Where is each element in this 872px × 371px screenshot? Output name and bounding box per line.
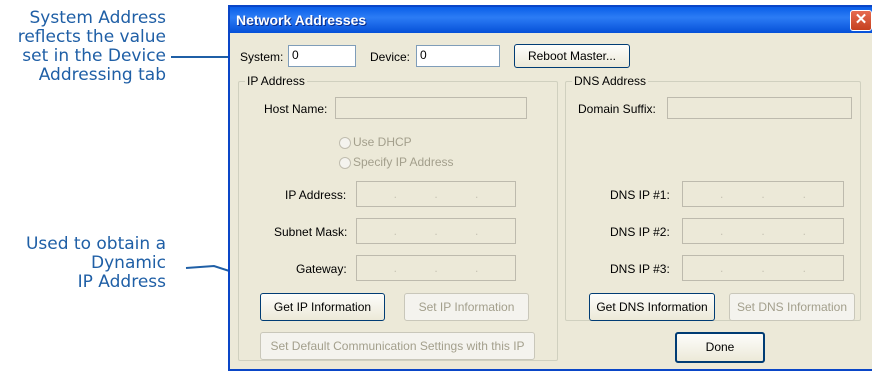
dns1-field[interactable]: . . . xyxy=(682,181,844,207)
specify-ip-label: Specify IP Address xyxy=(353,155,454,169)
ip-separator: . xyxy=(434,187,438,201)
dns3-label: DNS IP #3: xyxy=(610,262,670,276)
ip-separator: . xyxy=(802,224,806,238)
ip-separator: . xyxy=(761,224,765,238)
ip-separator: . xyxy=(802,261,806,275)
domain-suffix-label: Domain Suffix: xyxy=(578,102,656,116)
ip-separator: . xyxy=(761,261,765,275)
ip-address-label: IP Address: xyxy=(285,188,347,202)
done-button[interactable]: Done xyxy=(675,332,765,363)
dns2-label: DNS IP #2: xyxy=(610,225,670,239)
ip-separator: . xyxy=(474,261,479,275)
subnet-mask-label: Subnet Mask: xyxy=(274,225,348,239)
system-label: System: xyxy=(240,50,284,64)
dialog-titlebar[interactable]: Network Addresses ✕ xyxy=(230,7,872,33)
set-ip-information-button[interactable]: Set IP Information xyxy=(404,293,529,321)
ip-separator: . xyxy=(393,187,397,201)
get-ip-information-button[interactable]: Get IP Information xyxy=(260,293,385,321)
ip-separator: . xyxy=(719,261,724,275)
gateway-field[interactable]: . . . xyxy=(356,255,516,281)
ip-separator: . xyxy=(434,261,438,275)
ip-separator: . xyxy=(474,187,479,201)
dns3-field[interactable]: . . . xyxy=(682,255,844,281)
subnet-mask-field[interactable]: . . . xyxy=(356,218,516,244)
set-default-communication-settings-button[interactable]: Set Default Communication Settings with … xyxy=(260,332,535,360)
network-addresses-dialog: Network Addresses ✕ System: 0 Device: 0 … xyxy=(228,5,872,371)
dialog-title: Network Addresses xyxy=(236,12,367,28)
use-dhcp-radio[interactable] xyxy=(339,137,351,149)
get-dns-information-button[interactable]: Get DNS Information xyxy=(589,293,715,321)
gateway-label: Gateway: xyxy=(296,262,347,276)
ip-address-field[interactable]: . . . xyxy=(356,181,516,207)
specify-ip-radio[interactable] xyxy=(339,157,351,169)
device-input[interactable]: 0 xyxy=(416,45,500,67)
ip-separator: . xyxy=(393,224,397,238)
domain-suffix-input[interactable] xyxy=(667,97,852,119)
ip-separator: . xyxy=(802,187,806,201)
ip-address-group: IP Address Host Name: Use DHCP Specify I… xyxy=(238,74,558,361)
reboot-master-button[interactable]: Reboot Master... xyxy=(514,44,630,68)
dns-address-group-label: DNS Address xyxy=(572,74,649,88)
ip-separator: . xyxy=(474,224,479,238)
device-label: Device: xyxy=(370,50,411,64)
host-name-input[interactable] xyxy=(335,97,527,119)
ip-separator: . xyxy=(719,187,724,201)
use-dhcp-label: Use DHCP xyxy=(353,135,412,149)
system-input[interactable]: 0 xyxy=(288,45,356,67)
host-name-label: Host Name: xyxy=(264,102,328,116)
dns2-field[interactable]: . . . xyxy=(682,218,844,244)
ip-separator: . xyxy=(393,261,397,275)
dns-address-group: DNS Address Domain Suffix: DNS IP #1: . … xyxy=(565,74,861,321)
set-dns-information-button[interactable]: Set DNS Information xyxy=(729,293,855,321)
ip-address-group-label: IP Address xyxy=(245,74,307,88)
dns1-label: DNS IP #1: xyxy=(610,188,670,202)
ip-separator: . xyxy=(761,187,765,201)
ip-separator: . xyxy=(719,224,724,238)
ip-separator: . xyxy=(434,224,438,238)
close-icon[interactable]: ✕ xyxy=(850,10,872,31)
